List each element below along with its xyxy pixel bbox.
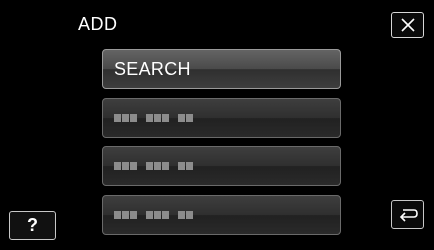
placeholder-text <box>114 114 193 122</box>
search-button[interactable]: SEARCH <box>102 49 341 89</box>
search-button-label: SEARCH <box>114 58 191 79</box>
help-icon: ? <box>27 215 38 235</box>
close-button[interactable] <box>391 12 424 38</box>
menu-item-empty-2[interactable] <box>102 146 341 186</box>
back-button[interactable] <box>391 200 424 229</box>
close-icon <box>400 18 415 32</box>
return-arrow-icon <box>399 208 418 222</box>
placeholder-text <box>114 162 193 170</box>
menu-item-empty-3[interactable] <box>102 195 341 235</box>
placeholder-text <box>114 211 193 219</box>
page-title: ADD <box>78 14 118 34</box>
menu-item-empty-1[interactable] <box>102 98 341 138</box>
help-button[interactable]: ? <box>9 211 56 240</box>
